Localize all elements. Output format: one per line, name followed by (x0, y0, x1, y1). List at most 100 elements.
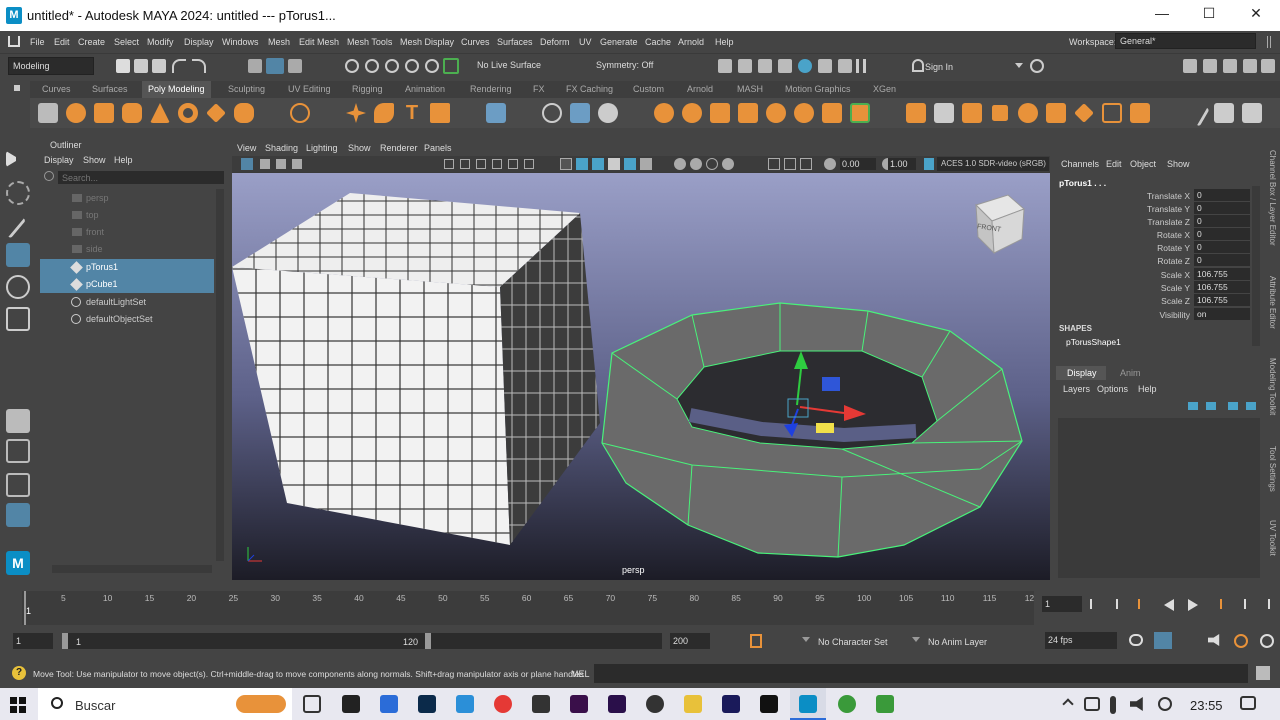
attr-scale-x[interactable]: Scale X 106.755 (1056, 268, 1262, 281)
attr-scale-y[interactable]: Scale Y 106.755 (1056, 281, 1262, 294)
film-gate-icon[interactable] (460, 159, 470, 169)
outliner-layout-icon[interactable] (6, 503, 30, 527)
poly-cylinder-icon[interactable] (122, 103, 142, 123)
smooth-shade-icon[interactable] (576, 158, 588, 170)
range-end-handle[interactable] (425, 633, 431, 649)
render-frame-icon[interactable] (738, 59, 752, 73)
rotate-tool-icon[interactable] (6, 275, 30, 299)
preferences-icon[interactable] (1260, 634, 1274, 648)
attr-rotate-x[interactable]: Rotate X0 (1056, 228, 1262, 241)
tool-settings-icon[interactable] (1223, 59, 1237, 73)
live-surface-field[interactable]: No Live Surface (473, 57, 565, 75)
poly-cube-icon[interactable] (94, 103, 114, 123)
attr-scale-z[interactable]: Scale Z 106.755 (1056, 294, 1262, 307)
go-to-start-icon[interactable] (1090, 599, 1102, 609)
grid-icon[interactable] (444, 159, 454, 169)
outliner-item-defaultobjectset[interactable]: defaultObjectSet (40, 311, 214, 328)
outliner-menu-help[interactable]: Help (114, 155, 133, 165)
anim-layer-dropdown[interactable]: No Anim Layer (928, 637, 987, 647)
animation-prefs-icon[interactable] (1154, 632, 1172, 649)
wedge-icon[interactable] (1074, 103, 1094, 123)
close-button[interactable]: ✕ (1246, 5, 1266, 25)
workspace-dropdown[interactable]: General* (1115, 33, 1256, 49)
menu-mesh[interactable]: Mesh (268, 37, 290, 47)
mash-shelf-icon[interactable] (38, 103, 58, 123)
cached-playback-icon[interactable] (1234, 634, 1248, 648)
color-management-icon[interactable] (924, 158, 934, 170)
viewport-3d-scene[interactable]: FRONT persp (232, 173, 1050, 580)
help-search-icon[interactable] (1030, 59, 1044, 73)
side-tab-tool-settings[interactable]: Tool Settings (1268, 446, 1277, 492)
ptorus-mesh[interactable] (601, 302, 1023, 558)
select-tool-icon[interactable] (6, 151, 16, 167)
side-tab-channel-box[interactable]: Channel Box / Layer Editor (1268, 150, 1277, 246)
menu-display[interactable]: Display (184, 37, 214, 47)
attr-translate-x[interactable]: Translate X0 (1056, 189, 1262, 202)
range-track[interactable] (62, 633, 662, 649)
audition-icon[interactable] (722, 695, 740, 713)
tab-surfaces[interactable]: Surfaces (92, 84, 128, 94)
poly-sphere-icon[interactable] (66, 103, 86, 123)
combine-icon[interactable] (570, 103, 590, 123)
vp-menu-view[interactable]: View (237, 143, 256, 153)
poly-plane-icon[interactable] (206, 103, 226, 123)
pcube-mesh[interactable] (232, 193, 600, 545)
layer-list[interactable] (1058, 418, 1260, 578)
attribute-editor-icon[interactable] (1203, 59, 1217, 73)
menu-curves[interactable]: Curves (461, 37, 490, 47)
isolate-select-icon[interactable] (768, 158, 780, 170)
multi-cut-icon[interactable] (850, 103, 870, 123)
bridge-icon[interactable] (794, 103, 814, 123)
mel-label[interactable]: MEL (571, 669, 590, 679)
xray-icon[interactable] (784, 158, 796, 170)
mirror-icon[interactable] (710, 103, 730, 123)
layer-menu-layers[interactable]: Layers (1063, 384, 1090, 394)
vp-menu-shading[interactable]: Shading (265, 143, 298, 153)
snap-point-icon[interactable] (385, 59, 399, 73)
target-weld-icon[interactable] (1018, 103, 1038, 123)
paint-select-tool-icon[interactable] (0, 211, 27, 239)
menu-modify[interactable]: Modify (147, 37, 174, 47)
menu-surfaces[interactable]: Surfaces (497, 37, 533, 47)
step-back-key-icon[interactable] (1116, 599, 1128, 609)
mode-dropdown[interactable]: Modeling (8, 57, 94, 75)
tray-chevron-up-icon[interactable] (1062, 698, 1074, 710)
open-scene-icon[interactable] (134, 59, 148, 73)
mesh-table-icon[interactable] (486, 103, 506, 123)
tab-mash[interactable]: MASH (737, 84, 763, 94)
tab-rigging[interactable]: Rigging (352, 84, 383, 94)
scale-tool-icon[interactable] (6, 307, 30, 331)
v-app-icon[interactable] (456, 695, 474, 713)
current-frame-field[interactable]: 1 (1042, 596, 1082, 612)
channelbox-menu-show[interactable]: Show (1167, 159, 1190, 169)
safe-action-icon[interactable] (524, 159, 534, 169)
side-tab-uv-toolkit[interactable]: UV Toolkit (1268, 520, 1277, 556)
microphone-icon[interactable] (1110, 696, 1116, 714)
separate-icon[interactable] (598, 103, 618, 123)
extrude-icon[interactable] (822, 103, 842, 123)
poly-torus-icon[interactable] (178, 103, 198, 123)
outliner-item-persp[interactable]: persp (40, 190, 214, 207)
maya-home-icon[interactable]: M (6, 551, 30, 575)
outliner-menu-display[interactable]: Display (44, 155, 74, 165)
single-view-icon[interactable] (6, 409, 30, 433)
boolean-icon[interactable] (542, 103, 562, 123)
start-button-icon[interactable] (10, 697, 26, 713)
field-chart-icon[interactable] (508, 159, 518, 169)
maximize-button[interactable]: ☐ (1199, 5, 1219, 25)
merge-icon[interactable] (962, 103, 982, 123)
menu-edit[interactable]: Edit (54, 37, 70, 47)
menu-cache[interactable]: Cache (645, 37, 671, 47)
notification-icon[interactable] (1240, 696, 1256, 710)
script-editor-icon[interactable] (1256, 666, 1270, 680)
outliner-horizontal-scrollbar[interactable] (52, 565, 212, 573)
menu-windows[interactable]: Windows (222, 37, 259, 47)
two-view-icon[interactable] (6, 473, 30, 497)
fps-dropdown[interactable]: 24 fps (1045, 632, 1117, 649)
menu-uv[interactable]: UV (579, 37, 592, 47)
tab-xgen[interactable]: XGen (873, 84, 896, 94)
arnold-render-icon[interactable] (818, 59, 832, 73)
green-app-icon[interactable] (838, 695, 856, 713)
select-camera-icon[interactable] (241, 158, 253, 170)
tab-animation[interactable]: Animation (405, 84, 445, 94)
